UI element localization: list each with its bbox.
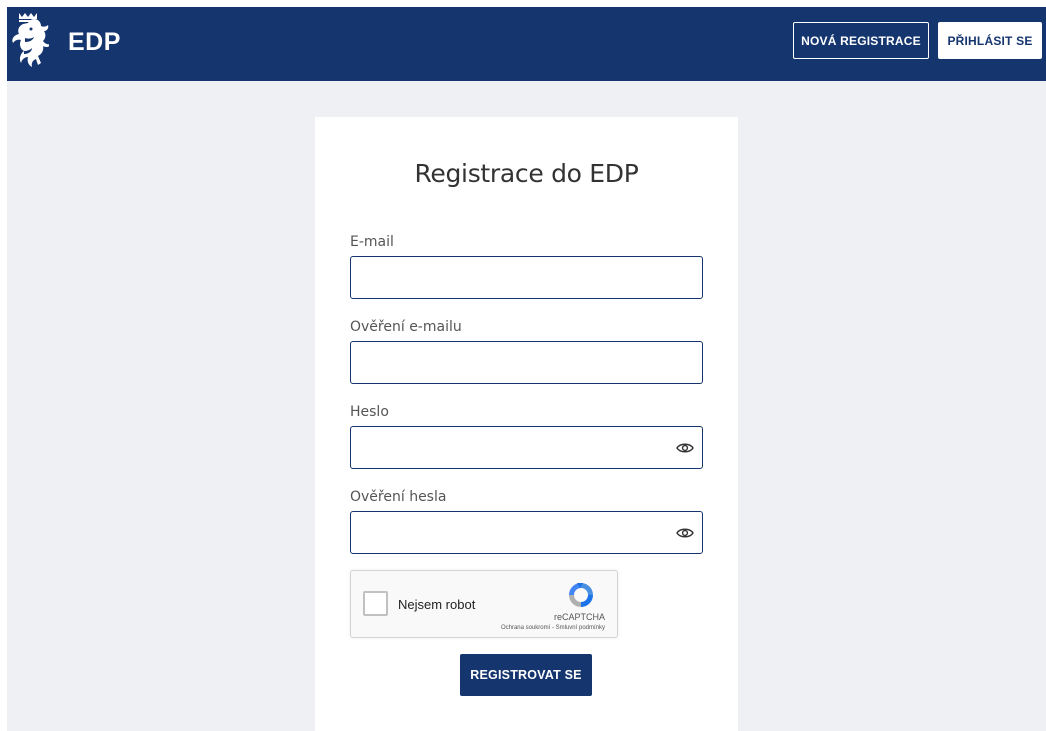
recaptcha-brand: reCAPTCHA (553, 612, 605, 622)
recaptcha-terms-link[interactable]: Ochrana soukromí - Smluvní podmínky (501, 625, 605, 631)
email-confirm-label: Ověření e-mailu (350, 319, 462, 335)
recaptcha-label: Nejsem robot (398, 597, 476, 612)
email-field[interactable] (350, 256, 703, 299)
recaptcha-logo-icon (569, 583, 593, 607)
recaptcha-checkbox[interactable] (363, 591, 388, 616)
password-confirm-label: Ověření hesla (350, 489, 447, 505)
top-bar: EDP NOVÁ REGISTRACE PŘIHLÁSIT SE (7, 7, 1046, 81)
register-button[interactable]: REGISTROVAT SE (460, 654, 592, 696)
email-confirm-field[interactable] (350, 341, 703, 384)
password-field[interactable] (350, 426, 703, 469)
new-registration-button[interactable]: NOVÁ REGISTRACE (793, 22, 929, 59)
recaptcha-widget: Nejsem robot reCAPTCHA Ochrana soukromí … (350, 570, 618, 638)
password-confirm-field[interactable] (350, 511, 703, 554)
password-label: Heslo (350, 404, 389, 420)
eye-icon[interactable] (676, 442, 694, 454)
brand-name[interactable]: EDP (68, 28, 121, 57)
page-title: Registrace do EDP (414, 159, 639, 188)
eye-icon[interactable] (676, 527, 694, 539)
login-button[interactable]: PŘIHLÁSIT SE (938, 22, 1042, 59)
email-label: E-mail (350, 234, 394, 250)
coat-of-arms-logo (12, 13, 49, 67)
page: EDP NOVÁ REGISTRACE PŘIHLÁSIT SE Registr… (7, 7, 1046, 731)
registration-card: Registrace do EDP E-mail Ověření e-mailu… (315, 117, 738, 731)
